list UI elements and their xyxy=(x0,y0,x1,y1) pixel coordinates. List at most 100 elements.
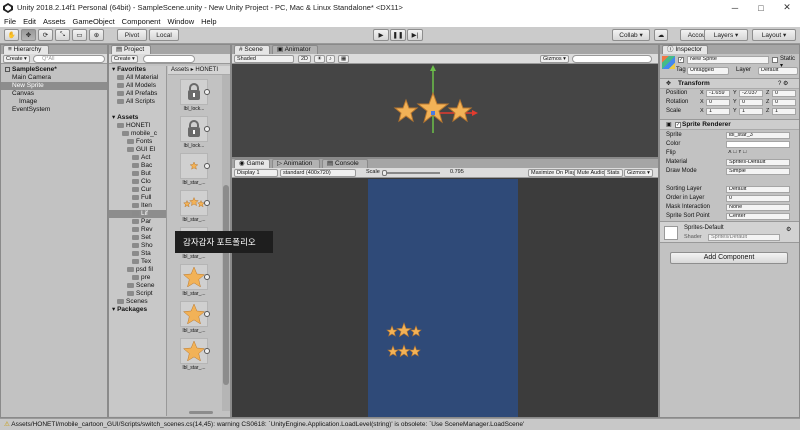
menu-help[interactable]: Help xyxy=(201,17,216,26)
property-value[interactable]: Center xyxy=(726,213,790,220)
expand-sprite-icon[interactable] xyxy=(204,274,210,280)
hierarchy-search-input[interactable]: Q*All xyxy=(33,55,105,63)
tab-console[interactable]: ▤ Console xyxy=(322,159,368,168)
scale-slider-thumb[interactable] xyxy=(382,170,387,176)
project-tree-item[interactable]: Iten xyxy=(109,202,166,210)
hierarchy-create-dropdown[interactable]: Create ▾ xyxy=(3,55,30,63)
game-gizmos-dropdown[interactable]: Gizmos ▾ xyxy=(624,169,653,177)
position-z-field[interactable]: 0 xyxy=(772,90,796,97)
property-value[interactable] xyxy=(726,141,790,148)
pause-button[interactable]: ❚❚ xyxy=(390,29,406,41)
project-tree-item[interactable]: Sho xyxy=(109,242,166,250)
layer-dropdown[interactable]: Default xyxy=(758,67,798,75)
project-breadcrumb[interactable]: Assets ▸ HONETI xyxy=(168,66,230,75)
hierarchy-item[interactable]: New Sprite xyxy=(1,82,107,90)
asset-thumbnail[interactable] xyxy=(180,153,210,179)
layout-dropdown[interactable]: Layout ▾ xyxy=(752,29,796,41)
add-component-button[interactable]: Add Component xyxy=(670,252,788,264)
project-tree-item[interactable]: Cur xyxy=(109,186,166,194)
maximize-button[interactable]: □ xyxy=(748,0,774,15)
asset-thumbnail[interactable] xyxy=(180,264,210,290)
hand-tool-button[interactable]: ✋ xyxy=(4,29,19,41)
project-tree-item[interactable]: Scene xyxy=(109,282,166,290)
property-value[interactable]: Default xyxy=(726,186,790,193)
rotate-tool-button[interactable]: ⟳ xyxy=(38,29,53,41)
project-tree-item[interactable]: Rev xyxy=(109,226,166,234)
asset-thumbnail[interactable] xyxy=(180,190,210,216)
project-tree-item[interactable]: Scenes xyxy=(109,298,166,306)
minimize-button[interactable]: ─ xyxy=(722,0,748,15)
rotation-x-field[interactable]: 0 xyxy=(706,99,730,106)
scale-slider[interactable] xyxy=(382,170,440,176)
game-viewport[interactable] xyxy=(368,179,518,417)
asset-thumbnail[interactable] xyxy=(180,338,210,364)
play-button[interactable]: ▶ xyxy=(373,29,389,41)
property-value[interactable]: X □ Y □ xyxy=(726,150,790,157)
lighting-toggle[interactable]: ☀ xyxy=(314,55,325,63)
property-value[interactable]: Sprites-Default xyxy=(726,159,790,166)
active-checkbox[interactable]: ✓ xyxy=(678,57,684,63)
menu-assets[interactable]: Assets xyxy=(43,17,66,26)
material-settings-icon[interactable]: ⚙ xyxy=(786,226,791,233)
project-tree-item[interactable]: pre xyxy=(109,274,166,282)
tab-animator[interactable]: ▣ Animator xyxy=(272,45,318,54)
collab-dropdown[interactable]: Collab ▾ xyxy=(612,29,650,41)
status-bar[interactable]: ⚠ Assets/HONETI/mobile_cartoon_GUI/Scrip… xyxy=(0,418,800,430)
thumbnail-size-slider[interactable] xyxy=(189,411,213,414)
tag-dropdown[interactable]: Untagged xyxy=(687,67,729,75)
project-tree-item[interactable]: Bac xyxy=(109,162,166,170)
hierarchy-item[interactable]: Main Camera xyxy=(1,74,107,82)
asset-thumbnail[interactable] xyxy=(180,301,210,327)
expand-sprite-icon[interactable] xyxy=(204,163,210,169)
step-button[interactable]: ▶| xyxy=(407,29,423,41)
project-tree-item[interactable]: Par xyxy=(109,218,166,226)
gameobject-icon[interactable] xyxy=(662,56,675,69)
project-tree-item[interactable]: But xyxy=(109,170,166,178)
menu-edit[interactable]: Edit xyxy=(23,17,36,26)
scale-tool-button[interactable]: ⤡ xyxy=(55,29,70,41)
scale-y-field[interactable]: 1 xyxy=(739,108,763,115)
project-tree-item[interactable]: All Models xyxy=(109,82,166,90)
layers-dropdown[interactable]: Layers ▾ xyxy=(704,29,748,41)
local-toggle[interactable]: Local xyxy=(149,29,179,41)
shading-dropdown[interactable]: Shaded xyxy=(234,55,294,63)
expand-sprite-icon[interactable] xyxy=(204,311,210,317)
project-tree-item[interactable]: All Material xyxy=(109,74,166,82)
project-tree-item[interactable]: Full xyxy=(109,194,166,202)
project-tree-item[interactable]: Tex xyxy=(109,258,166,266)
property-value[interactable]: 0 xyxy=(726,195,790,202)
component-help-icon[interactable]: ? ⚙ xyxy=(778,80,788,87)
resolution-dropdown[interactable]: standard (400x720) xyxy=(280,169,356,177)
project-tree-item[interactable]: ▾ Favorites xyxy=(109,66,166,74)
project-tree-item[interactable]: Clo xyxy=(109,178,166,186)
project-tree-item[interactable]: ▾ Packages xyxy=(109,306,166,314)
project-tree-item[interactable]: Set xyxy=(109,234,166,242)
tab-animation[interactable]: ▷ Animation xyxy=(272,159,320,168)
expand-sprite-icon[interactable] xyxy=(204,126,210,132)
mute-audio-toggle[interactable]: Mute Audio xyxy=(574,169,608,177)
move-tool-button[interactable]: ✥ xyxy=(21,29,36,41)
shader-dropdown[interactable]: Sprites/Default xyxy=(708,234,780,241)
project-tree-item[interactable]: HONETI xyxy=(109,122,166,130)
project-tree-item[interactable]: Act xyxy=(109,154,166,162)
tab-project[interactable]: ▤ Project xyxy=(111,45,151,54)
property-value[interactable]: lbl_star_3 xyxy=(726,132,790,139)
project-create-dropdown[interactable]: Create ▾ xyxy=(111,55,138,63)
project-tree-item[interactable]: All Prefabs xyxy=(109,90,166,98)
pivot-toggle[interactable]: Pivot xyxy=(117,29,147,41)
project-tree-item[interactable]: ▾ Assets xyxy=(109,114,166,122)
tab-game[interactable]: ◉ Game xyxy=(234,159,270,168)
static-checkbox[interactable] xyxy=(772,57,778,63)
project-tree-item[interactable]: Sta xyxy=(109,250,166,258)
scale-x-field[interactable]: 1 xyxy=(706,108,730,115)
2d-toggle[interactable]: 2D xyxy=(298,55,312,63)
position-x-field[interactable]: -1.659 xyxy=(706,90,730,97)
menu-window[interactable]: Window xyxy=(167,17,194,26)
display-dropdown[interactable]: Display 1 xyxy=(234,169,278,177)
close-button[interactable]: ✕ xyxy=(774,0,800,15)
menu-file[interactable]: File xyxy=(4,17,16,26)
maximize-on-play-toggle[interactable]: Maximize On Play xyxy=(528,169,579,177)
project-tree-item[interactable] xyxy=(109,106,166,114)
tab-hierarchy[interactable]: ≡ Hierarchy xyxy=(3,45,49,54)
hierarchy-item[interactable]: EventSystem xyxy=(1,106,107,114)
